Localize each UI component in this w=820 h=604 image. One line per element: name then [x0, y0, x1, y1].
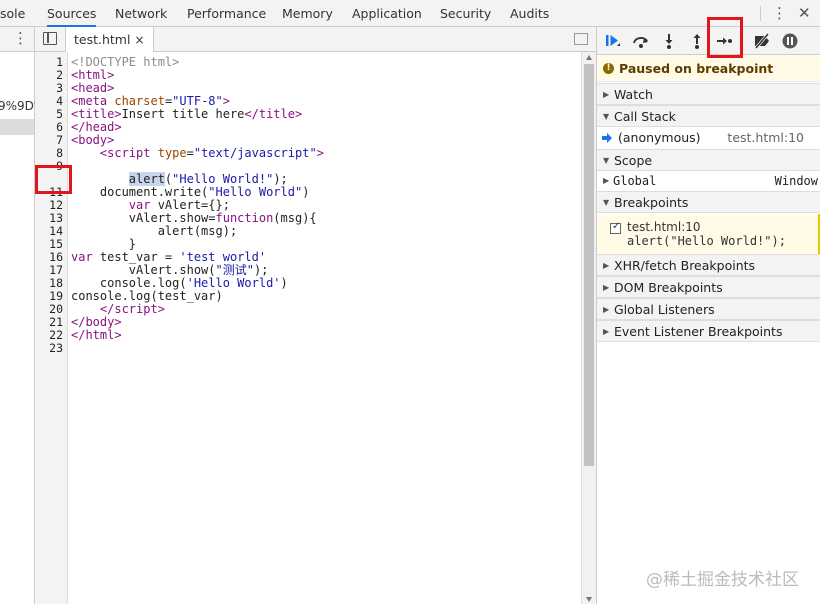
- current-frame-arrow-icon: [602, 133, 612, 143]
- breakpoints-section-header[interactable]: ▼ Breakpoints: [597, 191, 820, 213]
- debugger-sidebar: ! Paused on breakpoint ▶ Watch ▼ Call St…: [596, 27, 820, 604]
- section-label: DOM Breakpoints: [614, 280, 723, 295]
- navigator-more-icon[interactable]: ⋮: [13, 29, 28, 47]
- section-label: Watch: [614, 87, 653, 102]
- line-number[interactable]: 23: [35, 342, 63, 355]
- scope-name: Global: [613, 174, 657, 188]
- file-tab-label: test.html: [74, 32, 131, 47]
- watch-section-header[interactable]: ▶ Watch: [597, 83, 820, 105]
- step-over-icon[interactable]: [631, 31, 651, 51]
- tab-audits[interactable]: Audits: [510, 0, 549, 27]
- code-line[interactable]: </html>: [71, 329, 122, 342]
- step-into-icon[interactable]: [659, 31, 679, 51]
- tab-memory[interactable]: Memory: [282, 0, 333, 27]
- call-stack-section-header[interactable]: ▼ Call Stack: [597, 105, 820, 127]
- scrollbar-thumb[interactable]: [584, 64, 594, 466]
- navigator-selected-row[interactable]: [0, 119, 34, 135]
- call-frame-row[interactable]: (anonymous) test.html:10: [597, 127, 820, 149]
- tab-sole[interactable]: sole: [0, 0, 25, 27]
- tab-application[interactable]: Application: [352, 0, 422, 27]
- section-label: Breakpoints: [614, 195, 689, 210]
- line-number-gutter[interactable]: 1234567891011121314151617181920212223: [35, 52, 100, 604]
- file-tab-test-html[interactable]: test.html ×: [66, 27, 154, 52]
- info-icon: !: [603, 63, 614, 74]
- toggle-navigator-icon[interactable]: [43, 32, 57, 45]
- event-listener-breakpoints-header[interactable]: ▶ Event Listener Breakpoints: [597, 320, 820, 342]
- section-label: Call Stack: [614, 109, 676, 124]
- breakpoint-line-annotation-box: [35, 165, 72, 194]
- scroll-up-arrow-icon[interactable]: [586, 55, 592, 60]
- breakpoint-checkbox[interactable]: [610, 221, 621, 234]
- collapse-arrow-icon: ▼: [603, 156, 610, 165]
- pause-on-exceptions-icon[interactable]: [780, 31, 800, 51]
- more-options-icon[interactable]: ⋮: [772, 0, 787, 27]
- scope-value: Window: [774, 174, 818, 188]
- paused-label: Paused on breakpoint: [619, 61, 774, 76]
- scope-section-header[interactable]: ▼ Scope: [597, 149, 820, 171]
- step-button-annotation-box: [707, 17, 743, 58]
- expand-arrow-icon: ▶: [603, 261, 610, 270]
- expand-arrow-icon: ▶: [603, 327, 610, 336]
- dom-breakpoints-header[interactable]: ▶ DOM Breakpoints: [597, 276, 820, 298]
- breakpoint-location: test.html:10: [627, 220, 701, 234]
- breakpoint-code: alert("Hello World!");: [627, 234, 786, 248]
- tab-sources[interactable]: Sources: [47, 0, 97, 27]
- collapse-arrow-icon: ▼: [603, 198, 610, 207]
- section-label: Scope: [614, 153, 653, 168]
- tab-network[interactable]: Network: [115, 0, 167, 27]
- scroll-down-arrow-icon[interactable]: [586, 597, 592, 602]
- close-devtools-icon[interactable]: ✕: [798, 0, 811, 27]
- resume-icon[interactable]: [603, 31, 623, 51]
- tab-performance[interactable]: Performance: [187, 0, 266, 27]
- xhr-breakpoints-header[interactable]: ▶ XHR/fetch Breakpoints: [597, 254, 820, 276]
- code-editor[interactable]: <!DOCTYPE html> <html> <head> <meta charset…: [68, 52, 581, 604]
- global-listeners-header[interactable]: ▶ Global Listeners: [597, 298, 820, 320]
- call-frame-location[interactable]: test.html:10: [727, 127, 804, 149]
- editor-tab-bar: test.html ×: [35, 27, 596, 52]
- expand-arrow-icon: ▶: [603, 90, 610, 99]
- tab-security[interactable]: Security: [440, 0, 491, 27]
- section-label: Global Listeners: [614, 302, 715, 317]
- scope-global-row[interactable]: ▶ Global Window: [597, 170, 820, 192]
- devtools-tab-bar: sole Sources Network Performance Memory Appli…: [0, 0, 820, 27]
- step-out-icon[interactable]: [687, 31, 707, 51]
- paused-banner: ! Paused on breakpoint: [597, 55, 820, 82]
- breakpoint-item[interactable]: test.html:10 alert("Hello World!");: [597, 214, 820, 254]
- watermark: @稀土掘金技术社区: [646, 570, 799, 590]
- call-frame-name: (anonymous): [618, 130, 701, 145]
- editor-scrollbar[interactable]: [581, 52, 596, 604]
- close-tab-icon[interactable]: ×: [134, 33, 144, 47]
- code-line[interactable]: <script type="text/javascript">: [71, 147, 324, 160]
- section-label: Event Listener Breakpoints: [614, 324, 783, 339]
- expand-arrow-icon: ▶: [603, 283, 610, 292]
- toggle-debugger-icon[interactable]: [574, 33, 588, 45]
- expand-arrow-icon: ▶: [603, 176, 610, 185]
- section-label: XHR/fetch Breakpoints: [614, 258, 756, 273]
- toolbar-divider: [760, 6, 761, 21]
- collapse-arrow-icon: ▼: [603, 112, 610, 121]
- deactivate-breakpoints-icon[interactable]: [752, 31, 772, 51]
- navigator-panel: ⋮ 9%9D%: [0, 27, 45, 604]
- navigator-header: ⋮: [0, 27, 34, 52]
- expand-arrow-icon: ▶: [603, 305, 610, 314]
